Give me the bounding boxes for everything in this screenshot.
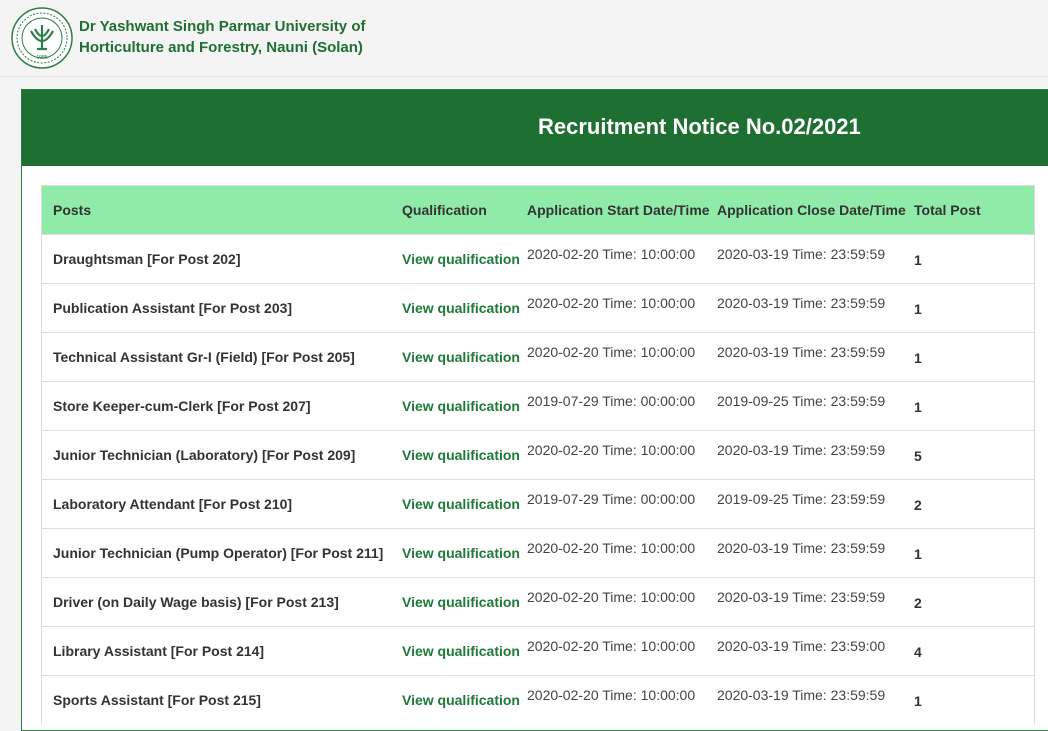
top-bar: 1985 Dr Yashwant Singh Parmar University… [0,0,1048,77]
start-date: 2020-02-20 Time: 10:00:00 [516,332,706,382]
post-name: Sports Assistant [For Post 215] [42,675,391,724]
posts-table-wrapper: Posts Qualification Application Start Da… [41,185,1035,724]
start-date: 2020-02-20 Time: 10:00:00 [516,528,706,578]
panel-header: Recruitment Notice No.02/2021 [22,90,1048,166]
university-name-line2: Horticulture and Forestry, Nauni (Solan) [79,39,363,56]
table-header-row: Posts Qualification Application Start Da… [42,186,1034,235]
total-post: 4 [903,626,1034,676]
posts-table: Posts Qualification Application Start Da… [42,186,1034,724]
view-qualification-link[interactable]: View qualification [402,349,520,365]
close-date: 2020-03-19 Time: 23:59:59 [706,332,903,382]
start-date: 2019-07-29 Time: 00:00:00 [516,381,706,431]
total-post: 1 [903,381,1034,431]
close-date: 2020-03-19 Time: 23:59:59 [706,675,903,724]
university-logo[interactable]: 1985 [11,7,73,69]
post-name: Draughtsman [For Post 202] [42,234,391,284]
table-row: Publication Assistant [For Post 203] View… [42,283,1034,333]
total-post: 1 [903,283,1034,333]
view-qualification-link[interactable]: View qualification [402,692,520,708]
post-name: Technical Assistant Gr-I (Field) [For Po… [42,332,391,382]
qualification-cell: View qualification [391,626,520,676]
post-name: Junior Technician (Laboratory) [For Post… [42,430,391,480]
start-date: 2020-02-20 Time: 10:00:00 [516,675,706,724]
close-date: 2019-09-25 Time: 23:59:59 [706,381,903,431]
university-name[interactable]: Dr Yashwant Singh Parmar University of H… [79,16,365,58]
close-date: 2020-03-19 Time: 23:59:00 [706,626,903,676]
view-qualification-link[interactable]: View qualification [402,643,520,659]
close-date: 2020-03-19 Time: 23:59:59 [706,283,903,333]
qualification-cell: View qualification [391,528,520,578]
view-qualification-link[interactable]: View qualification [402,447,520,463]
view-qualification-link[interactable]: View qualification [402,300,520,316]
table-row: Driver (on Daily Wage basis) [For Post 2… [42,577,1034,627]
post-name: Store Keeper-cum-Clerk [For Post 207] [42,381,391,431]
view-qualification-link[interactable]: View qualification [402,496,520,512]
table-row: Technical Assistant Gr-I (Field) [For Po… [42,332,1034,382]
total-post: 2 [903,577,1034,627]
post-name: Library Assistant [For Post 214] [42,626,391,676]
total-post: 1 [903,234,1034,284]
column-header-start-date: Application Start Date/Time [516,186,710,235]
post-name: Laboratory Attendant [For Post 210] [42,479,391,529]
qualification-cell: View qualification [391,430,520,480]
column-header-posts: Posts [42,186,391,235]
start-date: 2020-02-20 Time: 10:00:00 [516,430,706,480]
table-row: Draughtsman [For Post 202] View qualifica… [42,234,1034,284]
svg-text:1985: 1985 [36,55,47,61]
recruitment-panel: Recruitment Notice No.02/2021 Posts Qual… [21,89,1048,731]
view-qualification-link[interactable]: View qualification [402,594,520,610]
qualification-cell: View qualification [391,577,520,627]
table-row: Junior Technician (Laboratory) [For Post… [42,430,1034,480]
view-qualification-link[interactable]: View qualification [402,545,520,561]
close-date: 2020-03-19 Time: 23:59:59 [706,577,903,627]
total-post: 1 [903,675,1034,724]
column-header-close-date: Application Close Date/Time [706,186,906,235]
post-name: Junior Technician (Pump Operator) [For P… [42,528,391,578]
column-header-qualification: Qualification [391,186,516,235]
qualification-cell: View qualification [391,479,520,529]
start-date: 2019-07-29 Time: 00:00:00 [516,479,706,529]
university-name-line1: Dr Yashwant Singh Parmar University of [79,18,366,35]
qualification-cell: View qualification [391,234,520,284]
qualification-cell: View qualification [391,381,520,431]
total-post: 1 [903,332,1034,382]
view-qualification-link[interactable]: View qualification [402,398,520,414]
table-row: Sports Assistant [For Post 215] View qual… [42,675,1034,724]
qualification-cell: View qualification [391,675,520,724]
start-date: 2020-02-20 Time: 10:00:00 [516,283,706,333]
total-post: 5 [903,430,1034,480]
view-qualification-link[interactable]: View qualification [402,251,520,267]
table-row: Library Assistant [For Post 214] View qua… [42,626,1034,676]
post-name: Publication Assistant [For Post 203] [42,283,391,333]
table-row: Store Keeper-cum-Clerk [For Post 207] Vie… [42,381,1034,431]
notice-title: Recruitment Notice No.02/2021 [538,114,861,139]
table-row: Laboratory Attendant [For Post 210] View … [42,479,1034,529]
close-date: 2019-09-25 Time: 23:59:59 [706,479,903,529]
total-post: 2 [903,479,1034,529]
close-date: 2020-03-19 Time: 23:59:59 [706,528,903,578]
start-date: 2020-02-20 Time: 10:00:00 [516,626,706,676]
close-date: 2020-03-19 Time: 23:59:59 [706,234,903,284]
column-header-total-post: Total Post [903,186,1034,235]
close-date: 2020-03-19 Time: 23:59:59 [706,430,903,480]
qualification-cell: View qualification [391,332,520,382]
qualification-cell: View qualification [391,283,520,333]
post-name: Driver (on Daily Wage basis) [For Post 2… [42,577,391,627]
table-row: Junior Technician (Pump Operator) [For P… [42,528,1034,578]
start-date: 2020-02-20 Time: 10:00:00 [516,577,706,627]
total-post: 1 [903,528,1034,578]
start-date: 2020-02-20 Time: 10:00:00 [516,234,706,284]
